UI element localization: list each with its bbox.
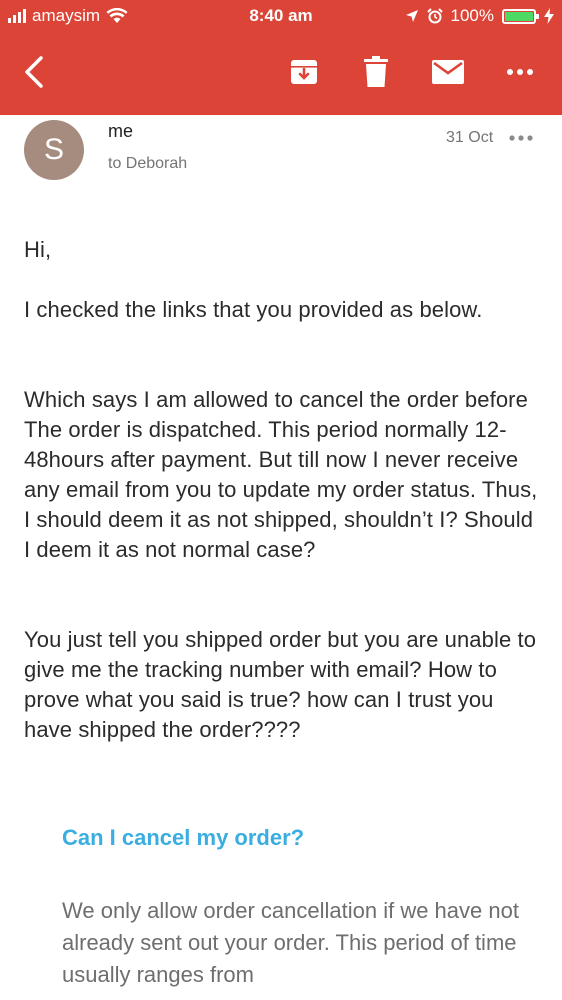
location-arrow-icon (405, 10, 418, 22)
status-bar: amaysim 8:40 am 100% (0, 0, 562, 32)
message-header: S me to Deborah 31 Oct (0, 115, 562, 205)
quoted-text: We only allow order cancellation if we h… (62, 898, 519, 987)
recipient-line[interactable]: to Deborah (108, 155, 187, 173)
archive-button[interactable] (280, 52, 328, 92)
more-horizontal-icon (507, 69, 533, 75)
quoted-heading: Can I cancel my order? (62, 825, 305, 850)
mail-icon (432, 60, 464, 84)
mark-unread-button[interactable] (424, 52, 472, 92)
more-horizontal-icon (509, 135, 533, 141)
body-paragraph: I checked the links that you provided as… (24, 297, 483, 322)
battery-icon (502, 8, 539, 24)
alarm-icon (426, 8, 443, 24)
delete-button[interactable] (352, 52, 400, 92)
more-options-button[interactable] (496, 52, 544, 92)
trash-icon (364, 56, 388, 87)
sender-name: me (108, 121, 134, 141)
archive-icon (291, 60, 317, 84)
status-right: 100% (405, 6, 554, 26)
back-arrow-icon (25, 56, 43, 88)
charging-bolt-icon (544, 8, 554, 24)
back-button[interactable] (10, 52, 58, 92)
body-paragraph: You just tell you shipped order but you … (24, 627, 537, 742)
message-more-button[interactable] (508, 128, 534, 148)
battery-percent: 100% (450, 6, 494, 25)
app-bar: amaysim 8:40 am 100% (0, 0, 562, 115)
body-greeting: Hi, (24, 237, 52, 262)
body-paragraph: Which says I am allowed to cancel the or… (24, 387, 538, 562)
avatar[interactable]: S (24, 120, 84, 180)
message-date: 31 Oct (446, 129, 494, 146)
